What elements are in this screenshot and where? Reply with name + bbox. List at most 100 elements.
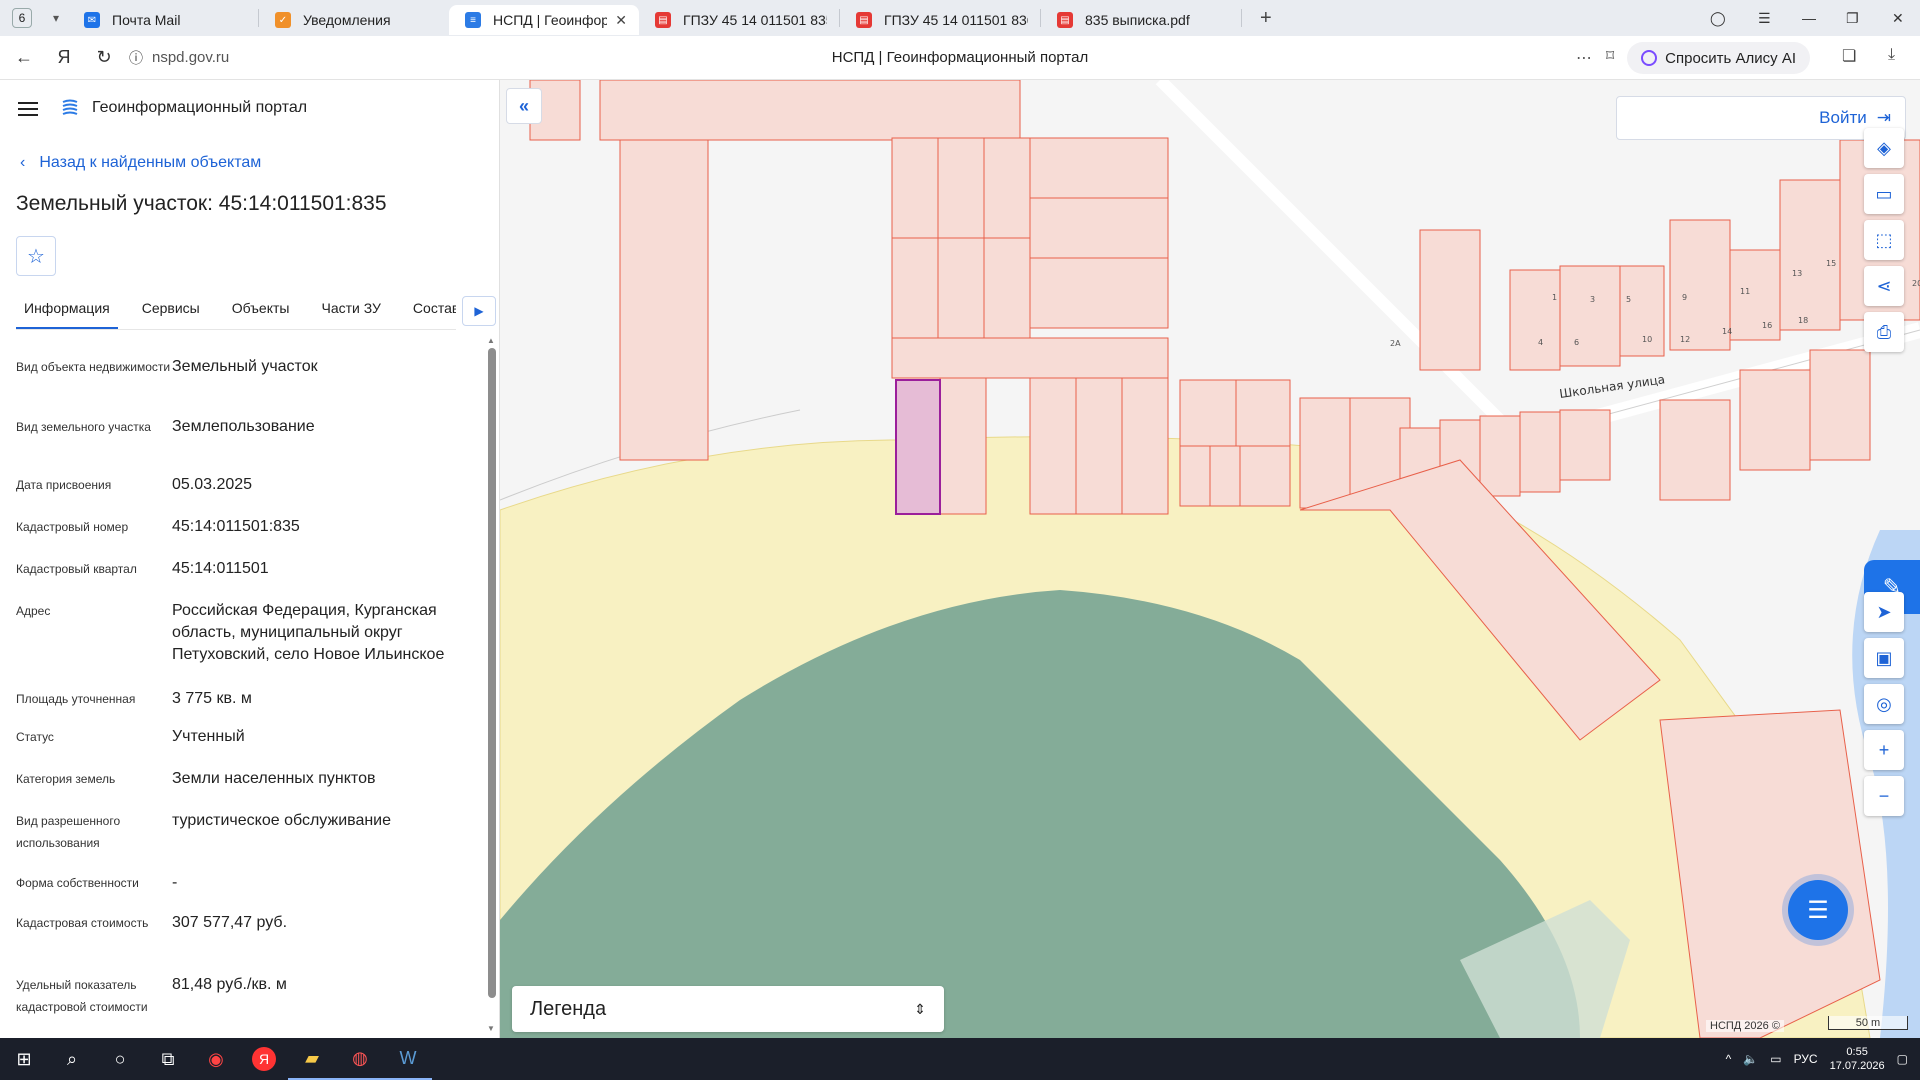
minimize-icon[interactable]: — — [1802, 0, 1816, 36]
geolocation-button[interactable]: ◎ — [1864, 684, 1904, 724]
tray-expand-icon[interactable]: ^ — [1726, 1052, 1732, 1066]
select-area-button[interactable]: ⬚ — [1864, 220, 1904, 260]
parcel[interactable] — [1179, 445, 1211, 507]
parcel[interactable] — [1779, 179, 1841, 331]
language-indicator[interactable]: РУС — [1794, 1052, 1818, 1066]
parcel[interactable] — [1029, 197, 1169, 259]
browser-tab-vypiska[interactable]: ▤ 835 выписка.pdf — [1041, 5, 1241, 35]
hamburger-menu-icon[interactable] — [18, 102, 38, 120]
scroll-up-icon[interactable]: ▲ — [487, 336, 495, 345]
share-button[interactable]: ⋖ — [1864, 266, 1904, 306]
restore-icon[interactable]: ❐ — [1846, 0, 1859, 36]
profile-icon[interactable]: ◯ — [1710, 0, 1726, 36]
tab-information[interactable]: Информация — [16, 286, 118, 329]
locate-button[interactable]: ➤ — [1864, 592, 1904, 632]
url-text[interactable]: nspd.gov.ru — [152, 49, 229, 66]
parcel[interactable] — [1029, 137, 1169, 199]
close-window-icon[interactable]: ✕ — [1892, 0, 1904, 36]
ask-alice-button[interactable]: Спросить Алису AI — [1627, 42, 1810, 74]
parcel[interactable] — [1729, 249, 1781, 341]
reload-icon[interactable]: ↻ — [84, 38, 124, 78]
parcel[interactable] — [1029, 377, 1077, 515]
parcel[interactable] — [983, 237, 1031, 339]
parcel[interactable] — [599, 80, 1021, 141]
browser-tab-nspd[interactable]: ≡ НСПД | Геоинформаци ✕ — [449, 5, 639, 35]
collapse-panel-button[interactable]: « — [506, 88, 542, 124]
parcel[interactable] — [1509, 269, 1561, 371]
parcel[interactable] — [1669, 219, 1731, 351]
browser-tab-gpzu-835[interactable]: ▤ ГПЗУ 45 14 011501 835.pc — [639, 5, 839, 35]
parcel[interactable] — [1739, 369, 1811, 471]
site-info-icon[interactable]: ⓘ — [124, 38, 148, 78]
parcel[interactable] — [1299, 397, 1351, 509]
collections-icon[interactable]: ❏ — [1842, 46, 1856, 66]
tab-objects[interactable]: Объекты — [224, 286, 298, 329]
tab-services[interactable]: Сервисы — [134, 286, 208, 329]
windows-start-icon[interactable]: ⊞ — [0, 1038, 48, 1080]
selected-parcel[interactable] — [895, 379, 941, 515]
tab-composition[interactable]: Состав — [405, 286, 456, 329]
back-to-results-link[interactable]: ‹ Назад к найденным объектам — [20, 154, 261, 172]
parcel[interactable] — [1419, 229, 1481, 371]
parcel[interactable] — [1235, 379, 1291, 447]
browser-tab-mail[interactable]: ✉ Почта Mail — [68, 5, 258, 35]
parcel[interactable] — [1209, 445, 1241, 507]
parcel[interactable] — [1029, 257, 1169, 329]
parcel[interactable] — [891, 237, 939, 339]
more-icon[interactable]: ⋯ — [1576, 48, 1592, 68]
zoom-in-button[interactable]: + — [1864, 730, 1904, 770]
tabs-scroll-right-button[interactable]: ▶ — [462, 296, 496, 326]
parcel[interactable] — [1559, 265, 1621, 367]
favorite-button[interactable]: ☆ — [16, 236, 56, 276]
bookmark-icon[interactable]: ⌑ — [1606, 46, 1614, 66]
parcel[interactable] — [1121, 377, 1169, 515]
close-tab-icon[interactable]: ✕ — [615, 12, 627, 29]
parcel[interactable] — [1659, 399, 1731, 501]
search-icon[interactable]: ⌕ — [48, 1038, 96, 1080]
tab-count-badge[interactable]: 6 — [12, 8, 32, 28]
task-view-icon[interactable]: ⧉ — [144, 1038, 192, 1080]
ruler-button[interactable]: ▭ — [1864, 174, 1904, 214]
volume-icon[interactable]: 🔈 — [1743, 1052, 1758, 1066]
zoom-out-button[interactable]: − — [1864, 776, 1904, 816]
parcel[interactable] — [1239, 445, 1291, 507]
download-icon[interactable]: ⤓ — [1888, 46, 1895, 64]
parcel[interactable] — [1519, 411, 1561, 493]
menu-icon[interactable]: ☰ — [1758, 0, 1771, 36]
parcel[interactable] — [1479, 415, 1521, 497]
parcel[interactable] — [939, 377, 987, 515]
explorer-icon[interactable]: ▰ — [288, 1038, 336, 1080]
parcel[interactable] — [1809, 349, 1871, 461]
legend-panel[interactable]: Легенда ⇕ — [512, 986, 944, 1032]
parcel[interactable] — [983, 137, 1031, 239]
yandex-home-icon[interactable]: Я — [44, 38, 84, 78]
parcel[interactable] — [619, 139, 709, 461]
parcel[interactable] — [1179, 379, 1237, 447]
parcel[interactable] — [891, 337, 1169, 379]
minimap-button[interactable]: ▣ — [1864, 638, 1904, 678]
word-icon[interactable]: W — [384, 1038, 432, 1080]
notifications-icon[interactable]: ▢ — [1897, 1052, 1908, 1066]
scrollbar-thumb[interactable] — [488, 348, 496, 998]
clock[interactable]: 0:55 17.07.2026 — [1830, 1045, 1885, 1073]
chrome-icon[interactable]: ◉ — [192, 1038, 240, 1080]
parcel[interactable] — [937, 137, 985, 239]
yandex-icon[interactable]: Я — [240, 1038, 288, 1080]
parcel[interactable] — [937, 237, 985, 339]
map-canvas[interactable]: Школьная улица 1 3 5 9 11 13 15 20 2А 4 … — [500, 80, 1920, 1038]
map-view[interactable]: Школьная улица 1 3 5 9 11 13 15 20 2А 4 … — [500, 80, 1920, 1038]
parcel[interactable] — [1075, 377, 1123, 515]
network-icon[interactable]: ▭ — [1770, 1052, 1781, 1066]
browser-tab-gpzu-836[interactable]: ▤ ГПЗУ 45 14 011501 836.pc — [840, 5, 1040, 35]
new-tab-icon[interactable]: + — [1260, 7, 1272, 30]
scroll-down-icon[interactable]: ▼ — [487, 1024, 495, 1033]
cortana-icon[interactable]: ○ — [96, 1038, 144, 1080]
parcel[interactable] — [891, 137, 939, 239]
tab-parts[interactable]: Части ЗУ — [313, 286, 388, 329]
yandex-browser-icon[interactable]: ◍ — [336, 1038, 384, 1080]
layers-button[interactable]: ◈ — [1864, 128, 1904, 168]
browser-tab-notifications[interactable]: ✓ Уведомления — [259, 5, 449, 35]
panel-scrollbar[interactable]: ▲ ▼ — [486, 336, 496, 1036]
parcel[interactable] — [1559, 409, 1611, 481]
login-button[interactable]: Войти ⇥ — [1616, 96, 1906, 140]
